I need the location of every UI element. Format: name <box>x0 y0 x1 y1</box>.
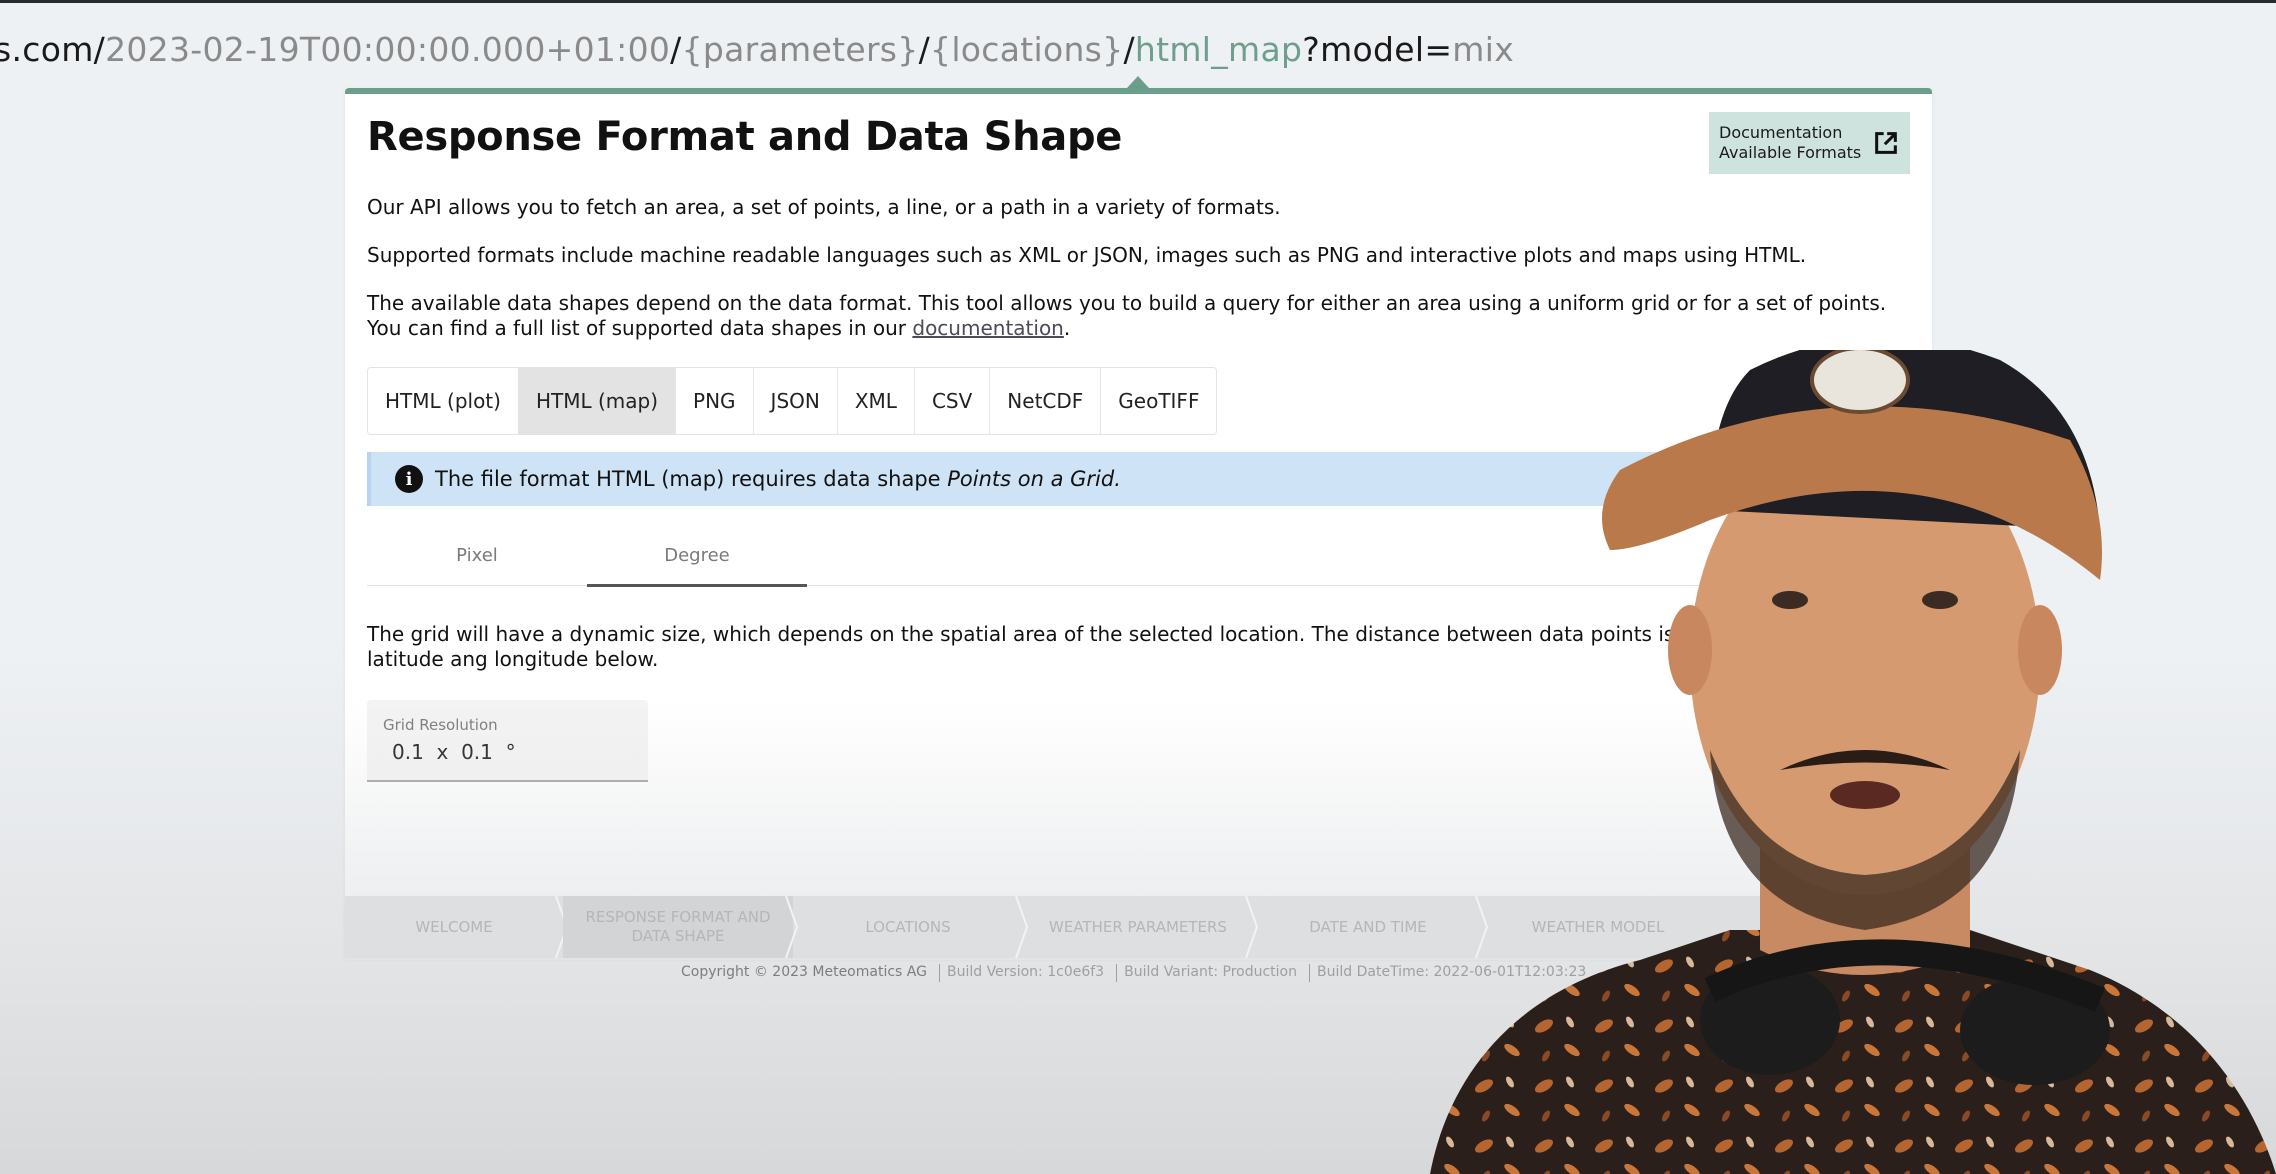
alert-text: The file format HTML (map) requires data… <box>435 467 1121 491</box>
build-version: Build Version: 1c0e6f3 <box>946 964 1105 980</box>
footer-divider <box>1309 964 1310 982</box>
data-shapes-paragraph: The available data shapes depend on the … <box>367 291 1887 340</box>
url-highlight-pointer <box>1127 76 1149 88</box>
format-tab-csv[interactable]: CSV <box>914 368 991 434</box>
url-domain: s.com/ <box>0 30 106 69</box>
url-locations: {locations} <box>930 30 1124 69</box>
url-query-value: mix <box>1452 30 1515 69</box>
format-tab-html-plot[interactable]: HTML (plot) <box>368 368 519 434</box>
grid-resolution-field[interactable]: Grid Resolution 0.1 x 0.1 ° <box>367 700 648 782</box>
external-link-icon <box>1875 132 1897 154</box>
step-weather-parameters[interactable]: WEATHER PARAMETERS <box>1023 896 1259 958</box>
documentation-link[interactable]: documentation <box>912 316 1063 340</box>
url-separator: / <box>670 30 682 69</box>
build-variant: Build Variant: Production <box>1124 964 1297 980</box>
documentation-button[interactable]: Documentation Available Formats <box>1709 112 1910 174</box>
footer-divider <box>1116 964 1118 982</box>
presenter-video-overlay <box>1430 350 2276 1174</box>
copyright: Copyright © 2023 Meteomatics AG <box>681 964 927 980</box>
step-welcome[interactable]: WELCOME <box>345 896 569 958</box>
url-format: html_map <box>1134 30 1303 69</box>
format-tabs: HTML (plot) HTML (map) PNG JSON XML CSV … <box>367 367 1218 435</box>
format-tab-xml[interactable]: XML <box>837 368 915 434</box>
grid-resolution-value[interactable]: 0.1 x 0.1 ° <box>392 740 516 764</box>
format-tab-netcdf[interactable]: NetCDF <box>990 368 1102 434</box>
doc-button-line2: Available Formats <box>1719 143 1862 162</box>
grid-resolution-label: Grid Resolution <box>383 716 498 734</box>
url-parameters: {parameters} <box>681 30 919 69</box>
tab-degree[interactable]: Degree <box>587 526 807 587</box>
url-datetime: 2023-02-19T00:00:00.000+01:00 <box>105 30 671 69</box>
url-separator: / <box>918 30 931 69</box>
alert-emphasis: Points on a Grid. <box>947 467 1121 491</box>
step-locations[interactable]: LOCATIONS <box>793 896 1029 958</box>
formats-paragraph: Supported formats include machine readab… <box>367 243 1807 267</box>
step-response-format[interactable]: RESPONSE FORMAT AND DATA SHAPE <box>563 896 799 958</box>
url-query-key: ?model= <box>1302 30 1453 69</box>
doc-button-line1: Documentation <box>1719 123 1843 142</box>
format-tab-geotiff[interactable]: GeoTIFF <box>1101 368 1217 434</box>
api-url: s.com/2023-02-19T00:00:00.000+01:00/{par… <box>0 30 1514 69</box>
url-separator: / <box>1123 30 1135 69</box>
info-icon: i <box>395 465 423 493</box>
format-tab-html-map[interactable]: HTML (map) <box>518 368 677 434</box>
intro-paragraph: Our API allows you to fetch an area, a s… <box>367 195 1281 219</box>
format-tab-json[interactable]: JSON <box>753 368 838 434</box>
tab-pixel[interactable]: Pixel <box>367 526 587 585</box>
video-top-border <box>0 0 2276 3</box>
page-title: Response Format and Data Shape <box>367 114 1123 160</box>
footer-divider <box>938 964 940 982</box>
format-tab-png[interactable]: PNG <box>676 368 754 434</box>
